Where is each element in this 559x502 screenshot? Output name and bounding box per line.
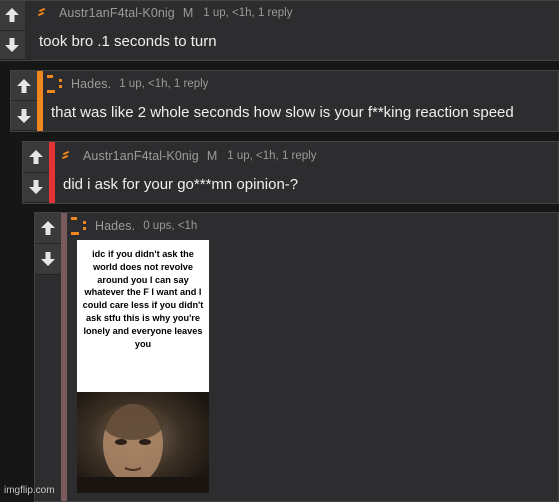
meme-photo-face xyxy=(77,392,209,493)
vote-column xyxy=(0,1,25,60)
user-avatar-icon[interactable] xyxy=(47,74,71,94)
comment-meta: 1 up, <1h, 1 reply xyxy=(119,78,209,90)
user-avatar-icon[interactable] xyxy=(59,146,83,166)
vote-column xyxy=(11,71,37,131)
comment-text: did i ask for your go***mn opinion-? xyxy=(63,176,299,193)
meme-caption: idc if you didn't ask the world does not… xyxy=(82,249,204,349)
comment-username[interactable]: Hades. xyxy=(71,74,111,94)
upvote-button[interactable] xyxy=(23,142,49,173)
comment-meta: 1 up, <1h, 1 reply xyxy=(203,7,293,19)
user-avatar-icon[interactable] xyxy=(71,216,95,236)
arrow-up-icon xyxy=(17,78,31,93)
arrow-down-icon xyxy=(17,108,31,123)
downvote-button[interactable] xyxy=(11,101,37,131)
comment-username[interactable]: Austr1anF4tal-K0nig xyxy=(83,146,199,166)
upvote-button[interactable] xyxy=(0,1,25,31)
comment-1: Austr1anF4tal-K0nig M 1 up, <1h, 1 reply… xyxy=(0,0,559,61)
downvote-button[interactable] xyxy=(23,172,49,203)
arrow-down-icon xyxy=(41,252,55,266)
vote-column xyxy=(35,213,61,275)
comment-username[interactable]: Austr1anF4tal-K0nig xyxy=(59,3,175,23)
arrow-down-icon xyxy=(29,180,43,195)
comment-meta: 0 ups, <1h xyxy=(143,220,198,232)
mod-badge: M xyxy=(206,149,218,163)
upvote-button[interactable] xyxy=(11,71,37,101)
arrow-up-icon xyxy=(5,8,19,23)
downvote-button[interactable] xyxy=(35,244,61,275)
user-avatar-icon[interactable] xyxy=(35,3,59,23)
mod-badge: M xyxy=(182,6,194,20)
arrow-up-icon xyxy=(29,149,43,164)
comment-username[interactable]: Hades. xyxy=(95,216,135,236)
meme-image[interactable]: idc if you didn't ask the world does not… xyxy=(77,240,209,493)
comment-4: Hades. 0 ups, <1h idc if you didn't ask … xyxy=(34,212,559,502)
vote-column xyxy=(23,142,49,203)
upvote-button[interactable] xyxy=(35,213,61,244)
comment-2: Hades. 1 up, <1h, 1 reply that was like … xyxy=(10,70,559,132)
comment-meta: 1 up, <1h, 1 reply xyxy=(227,150,317,162)
arrow-up-icon xyxy=(41,221,55,235)
comment-text: that was like 2 whole seconds how slow i… xyxy=(51,104,514,121)
downvote-button[interactable] xyxy=(0,30,25,60)
arrow-down-icon xyxy=(5,37,19,52)
imgflip-watermark: imgflip.com xyxy=(4,485,55,496)
comment-text: took bro .1 seconds to turn xyxy=(39,33,217,50)
comment-3: Austr1anF4tal-K0nig M 1 up, <1h, 1 reply… xyxy=(22,141,559,204)
